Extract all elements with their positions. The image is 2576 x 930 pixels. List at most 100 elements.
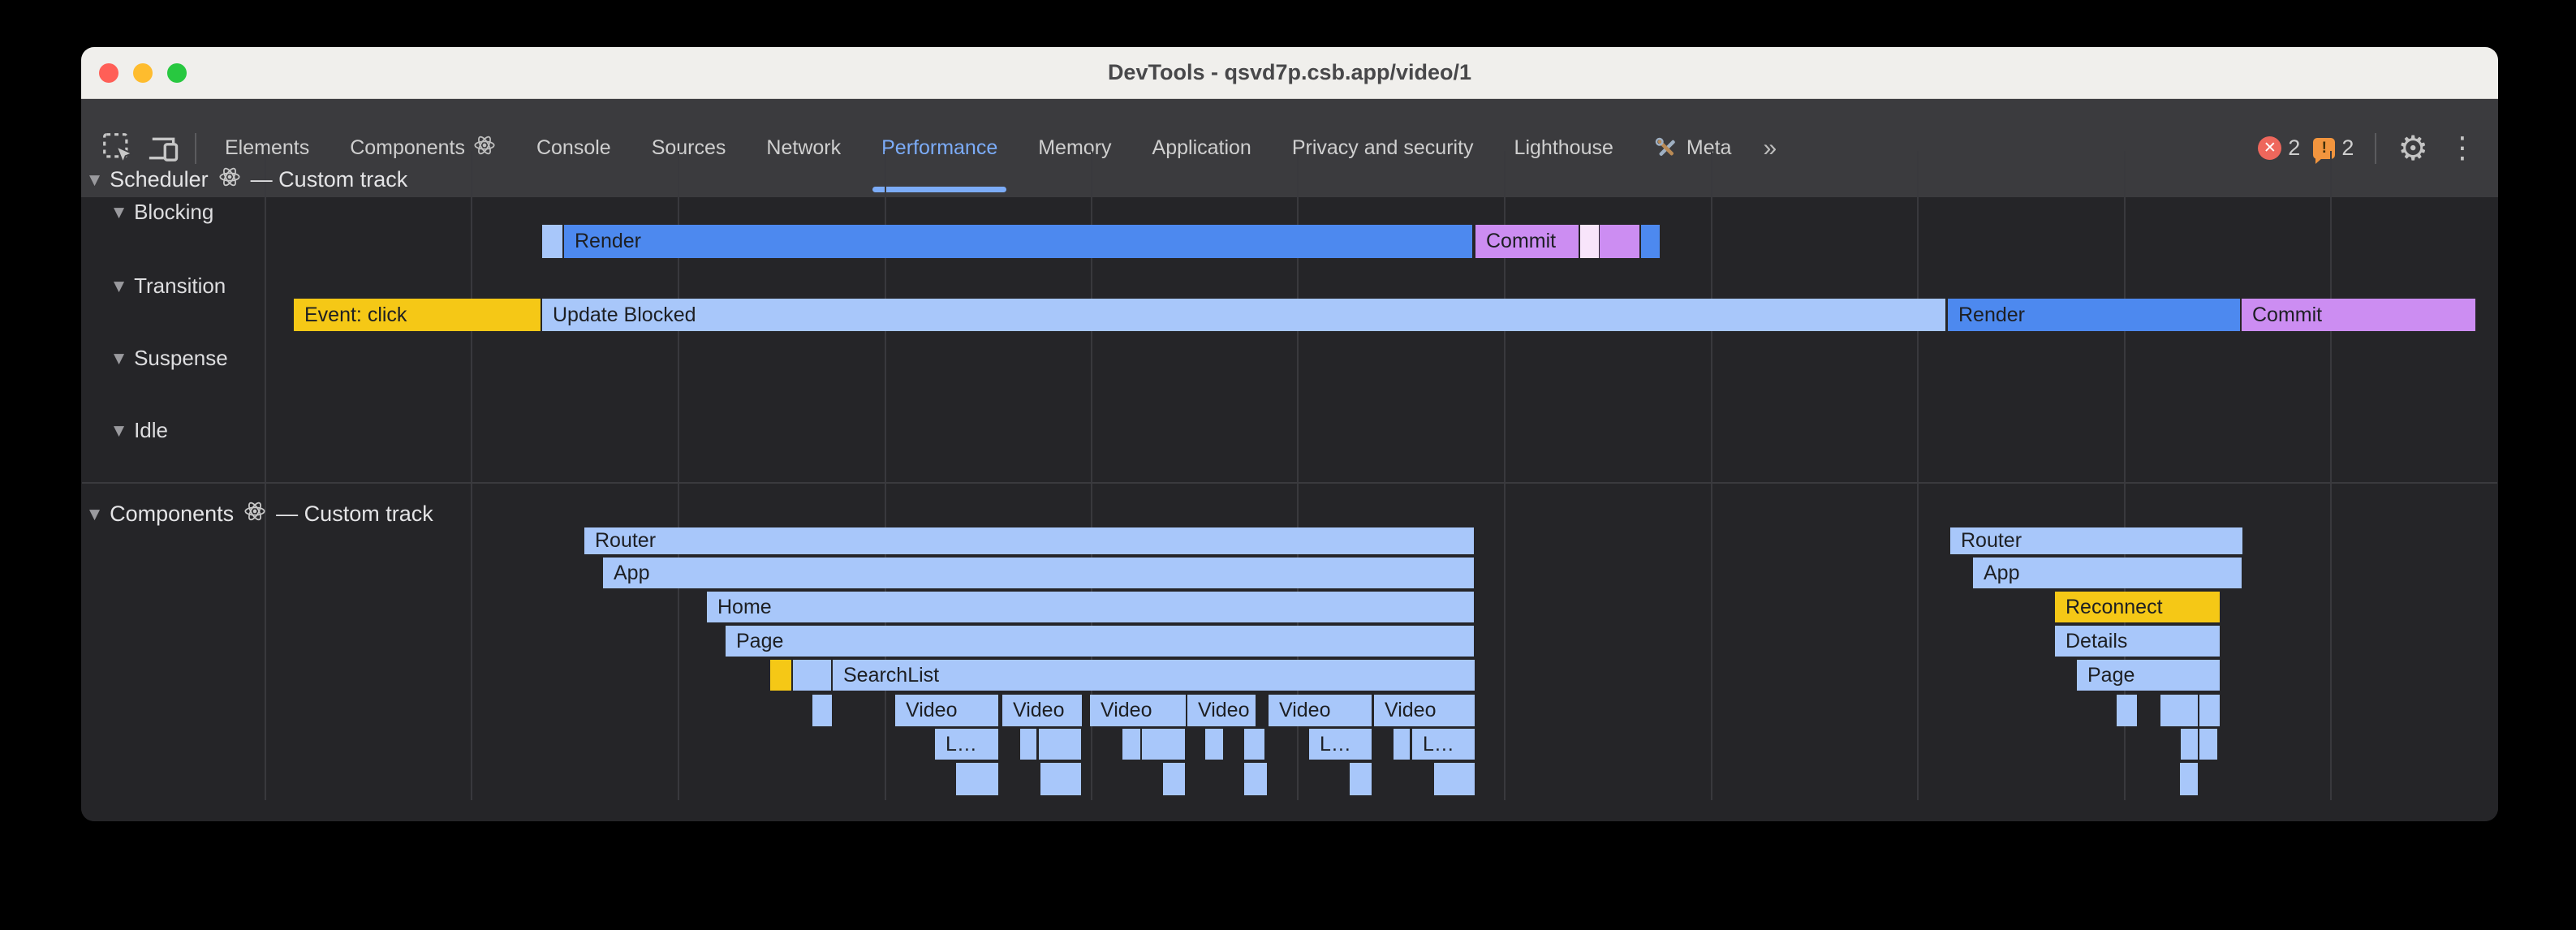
flame-bar-label: Render	[564, 230, 641, 253]
menu-kebab-icon[interactable]: ⋮	[2441, 134, 2483, 163]
issue-count: 2	[2341, 136, 2354, 161]
flame-bar-update-blocked[interactable]: Update Blocked	[542, 299, 1945, 331]
disclosure-triangle[interactable]: ▼	[114, 205, 124, 221]
error-icon: ✕	[2258, 136, 2281, 160]
flame-bar-label: L…	[935, 733, 977, 756]
tab-label: Lighthouse	[1514, 136, 1613, 160]
flame-bar-commit[interactable]: Commit	[1475, 225, 1579, 258]
settings-gear-icon[interactable]: ⚙	[2397, 131, 2428, 166]
flame-bar-router[interactable]: Router	[1950, 527, 2242, 554]
console-errors-badge[interactable]: ✕ 2	[2258, 136, 2300, 161]
flame-bar[interactable]	[542, 225, 562, 258]
flame-bar[interactable]	[2117, 695, 2137, 726]
flame-bar[interactable]	[1163, 763, 1185, 795]
flame-bar[interactable]	[770, 660, 791, 691]
tab-network[interactable]: Network	[746, 99, 861, 197]
flame-bar[interactable]	[793, 660, 831, 691]
error-count: 2	[2288, 136, 2300, 161]
toolbar-divider	[195, 133, 196, 164]
disclosure-triangle[interactable]: ▼	[89, 172, 100, 188]
flame-bar-video[interactable]: Video	[1090, 695, 1186, 726]
close-button[interactable]	[99, 63, 118, 83]
flame-bar-event-click[interactable]: Event: click	[294, 299, 541, 331]
disclosure-triangle[interactable]: ▼	[89, 506, 100, 523]
tab-label: Elements	[225, 136, 309, 160]
flame-bar[interactable]	[1039, 729, 1081, 760]
flame-bar[interactable]	[812, 695, 832, 726]
flame-bar[interactable]	[2181, 729, 2198, 760]
flame-bar-router[interactable]: Router	[584, 527, 1474, 554]
flame-bar-searchlist[interactable]: SearchList	[833, 660, 1475, 691]
flame-bar[interactable]	[1394, 729, 1410, 760]
flame-bar[interactable]	[1641, 225, 1660, 258]
flame-bar[interactable]	[2160, 695, 2198, 726]
disclosure-triangle[interactable]: ▼	[114, 278, 124, 295]
inspect-element-icon[interactable]	[96, 126, 141, 171]
flame-bar-details[interactable]: Details	[2055, 626, 2220, 657]
flame-bar-video[interactable]: Video	[1269, 695, 1372, 726]
flame-bar-label: App	[1973, 562, 2019, 585]
flame-bar-commit[interactable]: Commit	[2242, 299, 2475, 331]
flame-bar[interactable]	[1205, 729, 1223, 760]
track-kind: — Custom track	[276, 502, 433, 527]
flame-bar-app[interactable]: App	[603, 558, 1474, 588]
flame-bar-l-[interactable]: L…	[1309, 729, 1372, 760]
minimize-button[interactable]	[133, 63, 153, 83]
tab-sources[interactable]: Sources	[631, 99, 747, 197]
flame-bar-l-[interactable]: L…	[1412, 729, 1475, 760]
flame-bar[interactable]	[1434, 763, 1475, 795]
flame-bar-label: Reconnect	[2055, 596, 2163, 619]
tab-label: Meta	[1686, 136, 1732, 160]
flame-bar[interactable]	[1020, 729, 1036, 760]
disclosure-triangle[interactable]: ▼	[114, 351, 124, 367]
tab-lighthouse[interactable]: Lighthouse	[1494, 99, 1634, 197]
flame-bar[interactable]	[1040, 763, 1081, 795]
flame-bar-label: Page	[2077, 664, 2134, 687]
flame-bar-render[interactable]: Render	[564, 225, 1472, 258]
flame-bar[interactable]	[1142, 729, 1185, 760]
flame-bar-render[interactable]: Render	[1948, 299, 2240, 331]
flame-bar[interactable]	[1580, 225, 1599, 258]
performance-flamechart-panel[interactable]	[81, 197, 2498, 821]
flame-bar-page[interactable]: Page	[726, 626, 1474, 657]
flame-bar[interactable]	[2199, 695, 2220, 726]
issue-icon: !	[2313, 138, 2335, 159]
issues-badge[interactable]: ! 2	[2313, 136, 2354, 161]
react-atom-icon	[243, 500, 266, 528]
more-tabs-button[interactable]: »	[1751, 135, 1788, 162]
flame-bar[interactable]	[1122, 729, 1140, 760]
tab-label: Performance	[881, 136, 997, 160]
flame-bar-page[interactable]: Page	[2077, 660, 2220, 691]
flame-bar-l-[interactable]: L…	[935, 729, 998, 760]
flame-bar-label: SearchList	[833, 664, 939, 687]
disclosure-triangle[interactable]: ▼	[114, 423, 124, 439]
screen: DevTools - qsvd7p.csb.app/video/1 Elemen…	[0, 0, 2576, 930]
devtools-toolbar: ElementsComponentsConsoleSourcesNetworkP…	[81, 99, 2498, 197]
window-titlebar[interactable]: DevTools - qsvd7p.csb.app/video/1	[81, 47, 2498, 99]
flame-bar-video[interactable]: Video	[1002, 695, 1082, 726]
flame-bar-label: Page	[726, 630, 783, 653]
tab-meta[interactable]: Meta	[1634, 99, 1752, 197]
tab-console[interactable]: Console	[516, 99, 631, 197]
tab-application[interactable]: Application	[1132, 99, 1272, 197]
flame-bar[interactable]	[956, 763, 998, 795]
flame-bar-video[interactable]: Video	[895, 695, 998, 726]
track-title: Scheduler	[110, 167, 209, 192]
flame-bar-reconnect[interactable]: Reconnect	[2055, 592, 2220, 622]
flame-bar-label: Video	[1269, 699, 1331, 722]
tab-memory[interactable]: Memory	[1018, 99, 1131, 197]
flame-bar[interactable]	[2180, 763, 2198, 795]
flame-bar[interactable]	[1350, 763, 1372, 795]
flame-bar-video[interactable]: Video	[1374, 695, 1475, 726]
fullscreen-button[interactable]	[167, 63, 187, 83]
flame-bar[interactable]	[2199, 729, 2217, 760]
flame-bar-video[interactable]: Video	[1187, 695, 1256, 726]
flame-bar-home[interactable]: Home	[707, 592, 1474, 622]
flame-bar[interactable]	[1244, 763, 1267, 795]
flame-bar-app[interactable]: App	[1973, 558, 2242, 588]
device-toolbar-icon[interactable]	[141, 126, 187, 171]
flame-bar[interactable]	[1244, 729, 1264, 760]
tab-privacy-and-security[interactable]: Privacy and security	[1272, 99, 1494, 197]
flame-bar[interactable]	[1600, 225, 1639, 258]
flame-bar-label: L…	[1412, 733, 1454, 756]
